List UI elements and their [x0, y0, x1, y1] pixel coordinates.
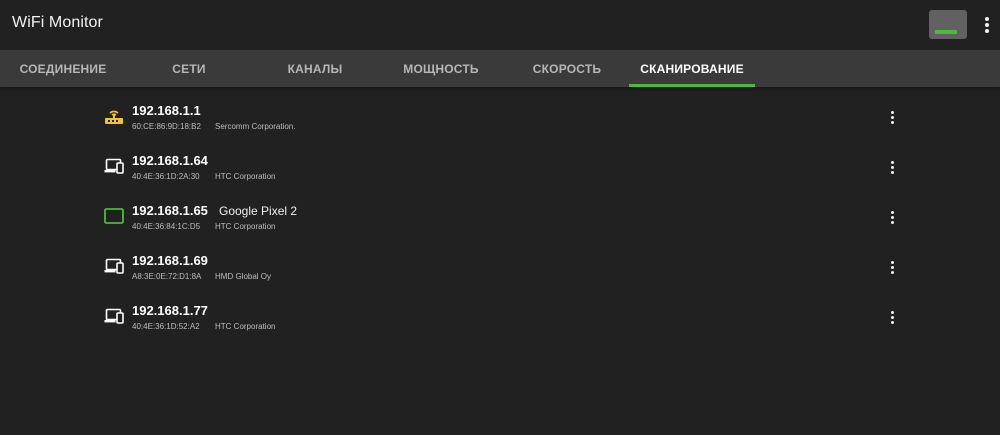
device-menu-button[interactable]: [886, 308, 900, 328]
device-mac: 40:4E:36:1D:52:A2: [132, 322, 200, 331]
device-ip: 192.168.1.65: [132, 203, 208, 218]
tab-label: СОЕДИНЕНИЕ: [19, 62, 107, 76]
more-vert-icon: [886, 258, 900, 278]
app-title: WiFi Monitor: [12, 14, 103, 31]
device-mac: 40:4E:36:84:1C:D5: [132, 222, 201, 231]
device-ip: 192.168.1.69: [132, 253, 208, 268]
device-ip: 192.168.1.77: [132, 303, 208, 318]
devices-icon: [104, 258, 124, 274]
device-vendor: HTC Corporation: [215, 222, 276, 231]
more-vert-icon: [886, 158, 900, 178]
router-icon: [105, 110, 123, 124]
tab-scanning[interactable]: СКАНИРОВАНИЕ: [629, 50, 755, 87]
more-vert-icon: [886, 108, 900, 128]
tab-label: СКАНИРОВАНИЕ: [640, 62, 744, 76]
signal-strength-bar: [935, 30, 957, 34]
device-row[interactable]: 192.168.1.64 40:4E:36:1D:2A:30 HTC Corpo…: [0, 137, 1000, 187]
devices-icon: [104, 308, 124, 324]
more-vert-icon: [886, 208, 900, 228]
device-mac: A8:3E:0E:72:D1:8A: [132, 272, 202, 281]
signal-strength-button[interactable]: [929, 10, 967, 39]
more-vert-icon: [980, 15, 994, 35]
tab-label: СЕТИ: [172, 62, 206, 76]
device-menu-button[interactable]: [886, 258, 900, 278]
overflow-menu-button[interactable]: [980, 15, 994, 35]
device-menu-button[interactable]: [886, 208, 900, 228]
tab-speed[interactable]: СКОРОСТЬ: [504, 50, 630, 87]
tab-label: МОЩНОСТЬ: [403, 62, 479, 76]
device-row[interactable]: 192.168.1.69 A8:3E:0E:72:D1:8A HMD Globa…: [0, 237, 1000, 287]
device-row[interactable]: 192.168.1.1 60:CE:86:9D:18:B2 Sercomm Co…: [0, 87, 1000, 137]
tab-label: КАНАЛЫ: [287, 62, 343, 76]
app-bar: WiFi Monitor: [0, 0, 1000, 50]
device-vendor: HTC Corporation: [215, 322, 276, 331]
tab-networks[interactable]: СЕТИ: [126, 50, 252, 87]
device-vendor: HMD Global Oy: [215, 272, 272, 281]
device-mac: 60:CE:86:9D:18:B2: [132, 122, 201, 131]
tab-bar: СОЕДИНЕНИЕ СЕТИ КАНАЛЫ МОЩНОСТЬ СКОРОСТЬ…: [0, 50, 1000, 87]
device-mac: 40:4E:36:1D:2A:30: [132, 172, 200, 181]
tab-power[interactable]: МОЩНОСТЬ: [378, 50, 504, 87]
device-row[interactable]: 192.168.1.65 Google Pixel 2 40:4E:36:84:…: [0, 187, 1000, 237]
device-menu-button[interactable]: [886, 108, 900, 128]
device-menu-button[interactable]: [886, 158, 900, 178]
tab-connection[interactable]: СОЕДИНЕНИЕ: [0, 50, 126, 87]
device-ip: 192.168.1.64: [132, 153, 208, 168]
device-vendor: HTC Corporation: [215, 172, 276, 181]
device-vendor: Sercomm Corporation.: [215, 122, 296, 131]
more-vert-icon: [886, 308, 900, 328]
device-name: Google Pixel 2: [219, 204, 298, 218]
devices-icon: [104, 158, 124, 174]
tablet-icon: [104, 208, 124, 224]
app-window: WiFi Monitor СОЕДИНЕНИЕ СЕТИ КАНАЛЫ МОЩН…: [0, 0, 1000, 435]
tab-label: СКОРОСТЬ: [532, 62, 602, 76]
device-row[interactable]: 192.168.1.77 40:4E:36:1D:52:A2 HTC Corpo…: [0, 287, 1000, 337]
device-ip: 192.168.1.1: [132, 103, 201, 118]
tab-channels[interactable]: КАНАЛЫ: [252, 50, 378, 87]
